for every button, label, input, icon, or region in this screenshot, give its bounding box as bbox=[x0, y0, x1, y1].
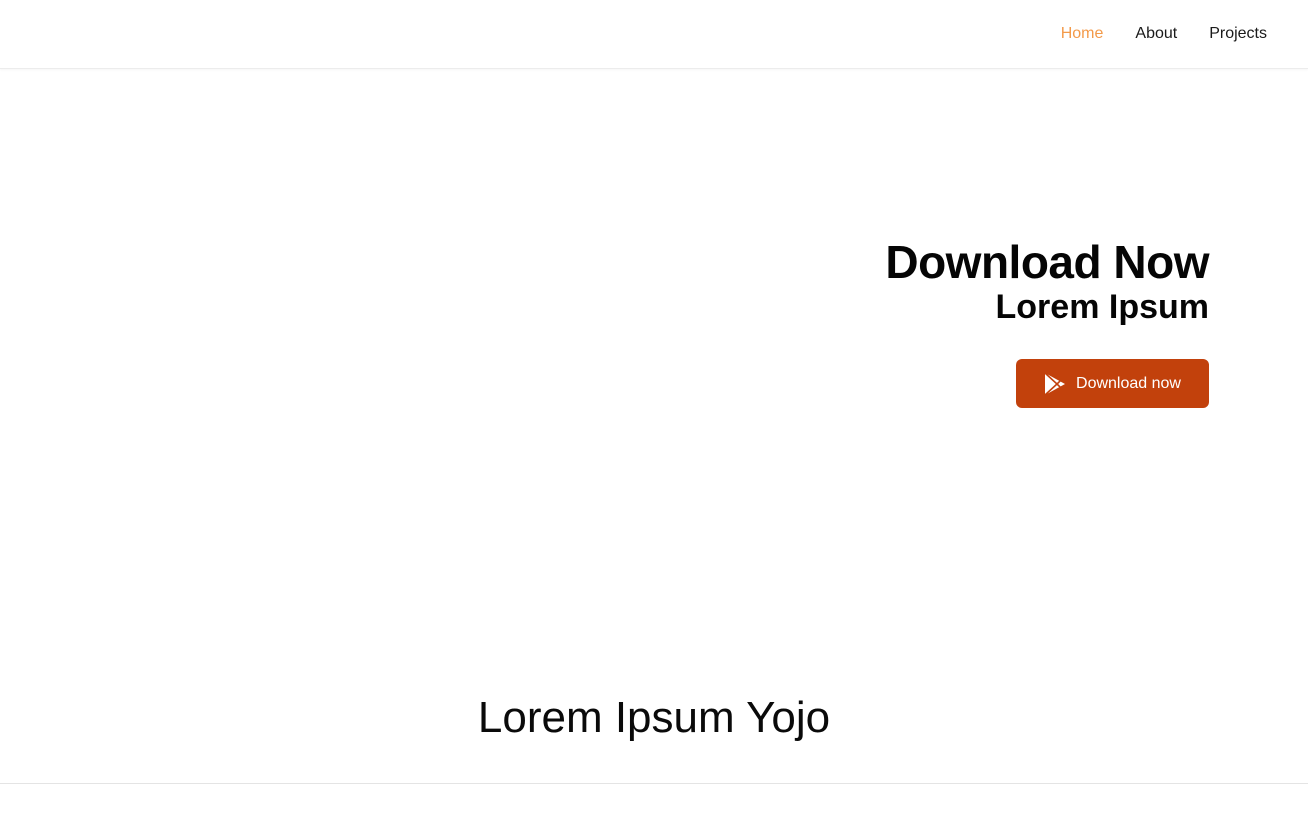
hero: Download Now Lorem Ipsum bbox=[885, 236, 1209, 326]
nav-links: Home About Projects bbox=[1045, 0, 1283, 68]
section-heading: Lorem Ipsum Yojo bbox=[477, 693, 831, 742]
navbar: Home About Projects bbox=[0, 0, 1308, 69]
hero-subtitle: Lorem Ipsum bbox=[995, 288, 1209, 326]
divider bbox=[0, 783, 1308, 784]
hero-title: Download Now bbox=[885, 236, 1209, 288]
nav-link-projects[interactable]: Projects bbox=[1193, 25, 1283, 43]
nav-link-about[interactable]: About bbox=[1119, 25, 1193, 43]
download-button-label: Download now bbox=[1076, 374, 1181, 392]
play-store-icon bbox=[1044, 371, 1066, 396]
nav-link-home[interactable]: Home bbox=[1045, 25, 1120, 43]
download-button[interactable]: Download now bbox=[1016, 359, 1209, 408]
